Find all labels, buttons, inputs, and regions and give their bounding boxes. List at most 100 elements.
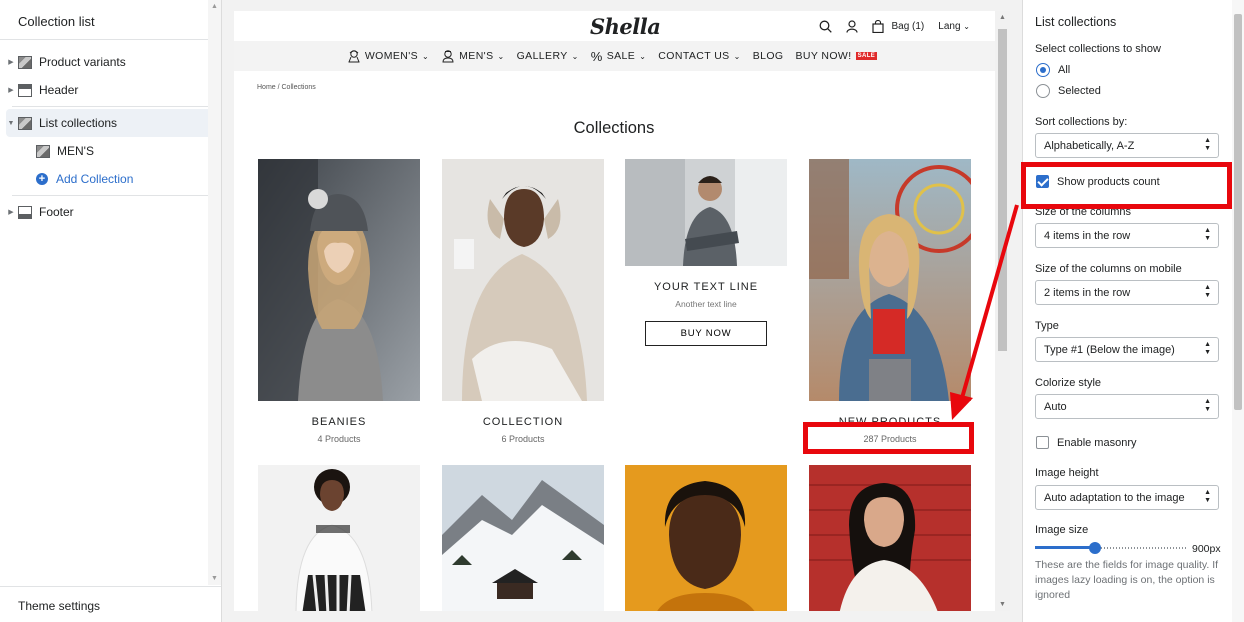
nav-label: SALE bbox=[606, 50, 636, 62]
woman-icon bbox=[348, 50, 360, 63]
slider-thumb[interactable] bbox=[1089, 542, 1101, 554]
radio-selected[interactable]: Selected bbox=[1036, 84, 1101, 98]
collection-card[interactable] bbox=[625, 465, 787, 611]
caret-right-icon[interactable]: ▶ bbox=[6, 58, 16, 66]
nav-label: BUY NOW! bbox=[795, 50, 852, 62]
radio-all[interactable]: All bbox=[1036, 63, 1070, 77]
settings-title: List collections bbox=[1035, 15, 1117, 29]
type-select[interactable]: Type #1 (Below the image) ▲ ▼ bbox=[1035, 337, 1219, 362]
collection-title[interactable]: BEANIES bbox=[258, 416, 420, 428]
search-icon[interactable] bbox=[819, 20, 833, 33]
columns-select[interactable]: 4 items in the row ▲ ▼ bbox=[1035, 223, 1219, 248]
collection-image[interactable] bbox=[809, 465, 971, 611]
tree-item-header[interactable]: ▶ Header bbox=[6, 76, 215, 104]
collection-card-promo: YOUR TEXT LINE Another text line BUY NOW bbox=[625, 159, 787, 346]
store-header: Shella Bag (1) Lang ⌄ bbox=[234, 11, 1010, 41]
collection-card-new-products[interactable]: NEW PRODUCTS 287 Products bbox=[809, 159, 983, 444]
select-arrows-icon: ▲ ▼ bbox=[1204, 284, 1211, 299]
theme-settings-link[interactable]: Theme settings bbox=[0, 586, 221, 622]
select-value: 4 items in the row bbox=[1044, 230, 1131, 242]
columns-mobile-select[interactable]: 2 items in the row ▲ ▼ bbox=[1035, 280, 1219, 305]
nav-womens[interactable]: WOMEN'S ⌄ bbox=[347, 49, 429, 63]
type-label: Type bbox=[1035, 320, 1059, 332]
preview-scrollbar[interactable]: ▲ ▼ bbox=[995, 11, 1010, 611]
nav-buy-now[interactable]: BUY NOW! SALE bbox=[795, 50, 878, 62]
nav-gallery[interactable]: GALLERY ⌄ bbox=[517, 50, 579, 62]
tree-item-footer[interactable]: ▶ Footer bbox=[6, 198, 215, 226]
nav-label: MEN'S bbox=[459, 50, 494, 62]
scrollbar-thumb[interactable] bbox=[1234, 14, 1242, 410]
chevron-down-icon: ⌄ bbox=[963, 22, 970, 31]
collection-card-collection[interactable]: COLLECTION 6 Products bbox=[442, 159, 604, 444]
select-value: Alphabetically, A-Z bbox=[1044, 140, 1135, 152]
buy-now-button[interactable]: BUY NOW bbox=[645, 321, 767, 346]
checkbox[interactable] bbox=[1036, 436, 1049, 449]
tree-item-label: Product variants bbox=[39, 55, 126, 69]
add-collection-button[interactable]: + Add Collection bbox=[6, 165, 215, 193]
radio-label: Selected bbox=[1058, 85, 1101, 97]
collection-image[interactable] bbox=[258, 159, 420, 401]
nav-mens[interactable]: MEN'S ⌄ bbox=[441, 49, 504, 63]
promo-subtitle: Another text line bbox=[675, 299, 737, 309]
nav-sale[interactable]: % SALE ⌄ bbox=[591, 49, 647, 64]
account-icon[interactable] bbox=[846, 20, 859, 33]
collection-card[interactable] bbox=[809, 465, 971, 611]
image-size-slider[interactable] bbox=[1035, 541, 1186, 555]
tree-item-label: MEN'S bbox=[57, 144, 94, 158]
tree-item-label: Footer bbox=[39, 205, 74, 219]
chevron-down-icon: ⌄ bbox=[733, 51, 741, 61]
colorize-select[interactable]: Auto ▲ ▼ bbox=[1035, 394, 1219, 419]
footer-section-icon bbox=[18, 205, 32, 219]
radio-label: All bbox=[1058, 64, 1071, 76]
scroll-down-icon[interactable]: ▼ bbox=[211, 575, 218, 582]
radio-button[interactable] bbox=[1036, 84, 1050, 98]
lang-dropdown[interactable]: Lang ⌄ bbox=[938, 21, 970, 32]
nav-label: WOMEN'S bbox=[364, 50, 419, 62]
sale-badge: SALE bbox=[855, 52, 878, 60]
products-count: 4 Products bbox=[317, 434, 361, 444]
breadcrumb[interactable]: Home / Collections bbox=[257, 84, 316, 91]
nav-label: BLOG bbox=[752, 50, 784, 62]
collection-image[interactable] bbox=[442, 159, 604, 401]
chevron-down-icon: ⌄ bbox=[571, 51, 579, 61]
tree-item-list-collections[interactable]: ▼ List collections bbox=[6, 109, 215, 137]
scroll-up-icon[interactable]: ▲ bbox=[999, 14, 1006, 21]
collection-image[interactable] bbox=[442, 465, 604, 611]
tree-item-mens[interactable]: MEN'S bbox=[6, 137, 215, 165]
collection-card[interactable] bbox=[442, 465, 604, 611]
sidebar-scrollbar[interactable]: ▲ ▼ bbox=[208, 0, 221, 585]
nav-blog[interactable]: BLOG bbox=[753, 50, 784, 62]
columns-mobile-label: Size of the columns on mobile bbox=[1035, 263, 1182, 275]
chevron-down-icon: ⌄ bbox=[422, 51, 430, 61]
collection-card[interactable] bbox=[258, 465, 420, 611]
radio-button[interactable] bbox=[1036, 63, 1050, 77]
collection-image[interactable] bbox=[625, 465, 787, 611]
chevron-down-icon: ⌄ bbox=[497, 51, 505, 61]
bag-button[interactable]: Bag (1) bbox=[872, 20, 924, 33]
settings-scrollbar[interactable] bbox=[1232, 0, 1244, 622]
scrollbar-thumb[interactable] bbox=[998, 29, 1007, 351]
select-collections-label: Select collections to show bbox=[1035, 43, 1161, 55]
lang-label: Lang bbox=[938, 21, 961, 32]
collection-title[interactable]: COLLECTION bbox=[442, 416, 604, 428]
collection-image[interactable] bbox=[809, 159, 983, 401]
image-height-label: Image height bbox=[1035, 467, 1099, 479]
store-logo[interactable]: Shella bbox=[590, 14, 661, 39]
scroll-up-icon[interactable]: ▲ bbox=[211, 3, 218, 10]
enable-masonry-checkbox[interactable]: Enable masonry bbox=[1036, 436, 1137, 449]
scroll-down-icon[interactable]: ▼ bbox=[999, 601, 1006, 608]
caret-down-icon[interactable]: ▼ bbox=[6, 120, 16, 127]
collection-image[interactable] bbox=[258, 465, 420, 611]
nav-label: GALLERY bbox=[516, 50, 568, 62]
collection-card-beanies[interactable]: BEANIES 4 Products bbox=[258, 159, 420, 444]
sort-select[interactable]: Alphabetically, A-Z ▲ ▼ bbox=[1035, 133, 1219, 158]
caret-right-icon[interactable]: ▶ bbox=[6, 86, 16, 94]
nav-contact-us[interactable]: CONTACT US ⌄ bbox=[658, 50, 740, 62]
tree-item-product-variants[interactable]: ▶ Product variants bbox=[6, 48, 215, 76]
checkbox-label: Enable masonry bbox=[1057, 436, 1137, 449]
caret-right-icon[interactable]: ▶ bbox=[6, 208, 16, 216]
select-arrows-icon: ▲ ▼ bbox=[1204, 227, 1211, 242]
image-height-select[interactable]: Auto adaptation to the image ▲ ▼ bbox=[1035, 485, 1219, 510]
bag-icon bbox=[872, 20, 885, 33]
promo-image[interactable] bbox=[625, 159, 787, 266]
